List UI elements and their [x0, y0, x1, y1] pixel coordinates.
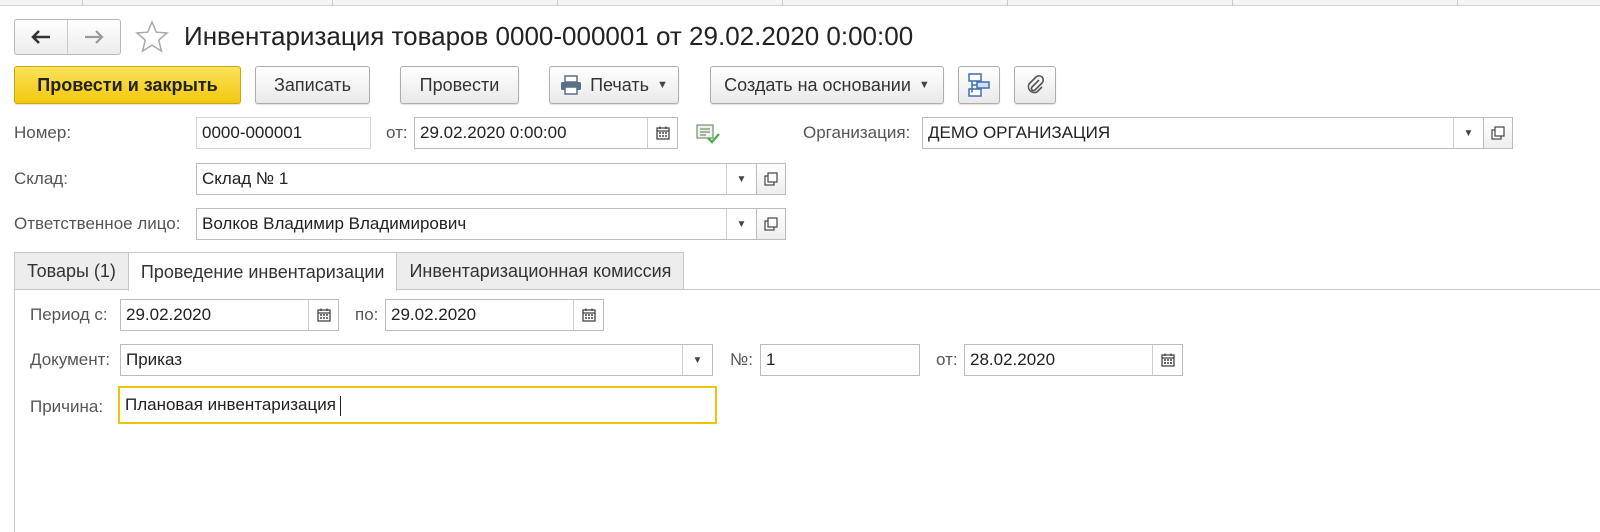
calendar-icon: [655, 126, 670, 140]
save-button[interactable]: Записать: [255, 66, 370, 104]
doc-number-field[interactable]: 1: [760, 344, 920, 376]
chevron-down-icon: ▼: [1463, 127, 1474, 139]
structure-icon: [968, 73, 990, 97]
doc-date-label: от:: [936, 350, 958, 369]
calendar-button[interactable]: [647, 118, 677, 148]
calendar-button[interactable]: [1152, 345, 1182, 375]
structure-button[interactable]: [958, 66, 1000, 104]
doc-date-value: 28.02.2020: [970, 350, 1056, 369]
calendar-button[interactable]: [573, 300, 603, 330]
period-from-value: 29.02.2020: [126, 305, 212, 324]
create-based-on-label: Создать на основании: [724, 74, 911, 95]
back-button[interactable]: [15, 20, 67, 54]
chevron-down-icon: ▼: [692, 354, 703, 366]
warehouse-open-button[interactable]: [756, 163, 786, 195]
reason-field[interactable]: Плановая инвентаризация: [118, 386, 717, 424]
post-and-close-button[interactable]: Провести и закрыть: [14, 66, 241, 104]
responsible-dropdown-button[interactable]: ▼: [726, 209, 756, 239]
open-icon: [1491, 126, 1505, 140]
posted-status-icon: [696, 123, 722, 150]
doc-date-field[interactable]: 28.02.2020: [964, 344, 1183, 376]
star-icon: [135, 20, 169, 53]
open-icon: [764, 172, 778, 186]
arrow-right-icon: [85, 30, 104, 44]
warehouse-field[interactable]: Склад № 1 ▼: [196, 163, 757, 195]
number-field[interactable]: 0000-000001: [196, 117, 371, 149]
calendar-icon: [581, 308, 596, 322]
window-tabs-strip: [0, 0, 1600, 6]
responsible-open-button[interactable]: [756, 208, 786, 240]
printer-icon: [561, 75, 582, 95]
tab-label: Инвентаризационная комиссия: [409, 261, 672, 281]
organization-label: Организация:: [803, 123, 911, 142]
reason-value-wrap: Плановая инвентаризация: [120, 388, 715, 422]
text-cursor: [339, 395, 341, 416]
post-label: Провести: [419, 74, 500, 95]
organization-dropdown-button[interactable]: ▼: [1453, 118, 1483, 148]
document-label: Документ:: [30, 350, 111, 369]
post-button[interactable]: Провести: [400, 66, 519, 104]
organization-field[interactable]: ДЕМО ОРГАНИЗАЦИЯ ▼: [922, 117, 1484, 149]
open-icon: [764, 217, 778, 231]
chevron-down-icon: ▼: [736, 218, 747, 230]
date-label: от:: [386, 123, 408, 142]
number-value: 0000-000001: [202, 123, 303, 142]
page-title: Инвентаризация товаров 0000-000001 от 29…: [184, 21, 914, 51]
responsible-field[interactable]: Волков Владимир Владимирович ▼: [196, 208, 757, 240]
period-to-field[interactable]: 29.02.2020: [385, 299, 604, 331]
print-label: Печать: [590, 74, 650, 95]
attach-files-button[interactable]: [1014, 66, 1056, 104]
navigation-group: [14, 19, 121, 55]
forward-button[interactable]: [67, 20, 120, 54]
reason-value: Плановая инвентаризация: [125, 395, 336, 414]
calendar-icon: [316, 308, 331, 322]
document-value: Приказ: [126, 350, 183, 369]
warehouse-dropdown-button[interactable]: ▼: [726, 164, 756, 194]
organization-open-button[interactable]: [1483, 117, 1513, 149]
document-field[interactable]: Приказ ▼: [120, 344, 713, 376]
doc-number-label: №:: [730, 350, 753, 369]
period-to-value: 29.02.2020: [391, 305, 477, 324]
doc-number-value: 1: [766, 350, 776, 369]
tab-inventory-commission[interactable]: Инвентаризационная комиссия: [396, 252, 685, 290]
warehouse-value: Склад № 1: [202, 169, 289, 188]
organization-value: ДЕМО ОРГАНИЗАЦИЯ: [928, 123, 1111, 142]
tab-bar: Товары (1) Проведение инвентаризации Инв…: [14, 252, 685, 291]
number-label: Номер:: [14, 123, 72, 142]
tab-panel-border: [14, 290, 15, 532]
tab-label: Товары (1): [27, 261, 116, 281]
save-label: Записать: [274, 74, 351, 95]
calendar-icon: [1160, 353, 1175, 367]
favorite-star-button[interactable]: [134, 19, 170, 55]
period-from-field[interactable]: 29.02.2020: [120, 299, 339, 331]
warehouse-label: Склад:: [14, 169, 68, 188]
date-value: 29.02.2020 0:00:00: [420, 123, 567, 142]
tab-label: Проведение инвентаризации: [140, 261, 385, 282]
responsible-label: Ответственное лицо:: [14, 214, 181, 233]
date-field[interactable]: 29.02.2020 0:00:00: [414, 117, 678, 149]
period-from-label: Период с:: [30, 305, 108, 324]
period-to-label: по:: [355, 305, 379, 324]
calendar-button[interactable]: [308, 300, 338, 330]
reason-label: Причина:: [30, 397, 104, 416]
tab-goods[interactable]: Товары (1): [14, 252, 129, 290]
post-and-close-label: Провести и закрыть: [37, 74, 218, 95]
chevron-down-icon: ▼: [918, 79, 930, 91]
arrow-left-icon: [31, 30, 50, 44]
chevron-down-icon: ▼: [657, 79, 668, 91]
print-button[interactable]: Печать ▼: [549, 66, 679, 104]
create-based-on-button[interactable]: Создать на основании ▼: [710, 66, 944, 104]
tab-inventory-conduct[interactable]: Проведение инвентаризации: [127, 252, 398, 291]
document-dropdown-button[interactable]: ▼: [682, 345, 712, 375]
responsible-value: Волков Владимир Владимирович: [202, 214, 467, 233]
chevron-down-icon: ▼: [736, 173, 747, 185]
paperclip-icon: [1027, 74, 1045, 94]
